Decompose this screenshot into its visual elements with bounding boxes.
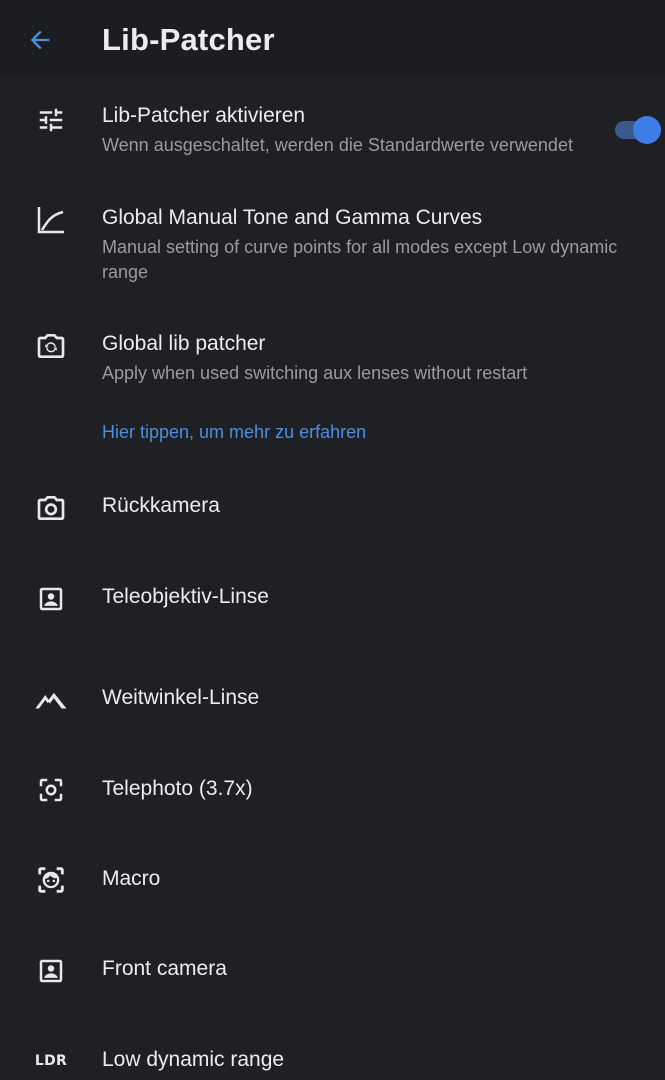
arrow-back-icon <box>30 30 50 50</box>
lens-item-wide-angle-lens[interactable]: Weitwinkel-Linse <box>0 668 665 728</box>
lens-item-telephoto-3-7x[interactable]: Telephoto (3.7x) <box>0 760 665 820</box>
camera-switch-icon <box>33 328 69 364</box>
lens-title: Teleobjektiv-Linse <box>102 585 269 608</box>
setting-summary: Wenn ausgeschaltet, werden die Standardw… <box>102 135 573 155</box>
ldr-icon-text: LDR <box>34 1053 68 1069</box>
camera-icon <box>33 490 69 526</box>
lib-patcher-toggle[interactable] <box>612 116 662 144</box>
lens-item-front-camera[interactable]: Front camera <box>0 940 665 1000</box>
toggle-thumb <box>633 116 661 144</box>
setting-title: Global lib patcher <box>102 332 266 355</box>
landscape-icon <box>33 682 69 718</box>
lens-item-telephoto-lens[interactable]: Teleobjektiv-Linse <box>0 568 665 628</box>
setting-tone-gamma-curves[interactable]: Global Manual Tone and Gamma Curves Manu… <box>0 190 665 290</box>
setting-summary: Apply when used switching aux lenses wit… <box>102 363 528 383</box>
setting-summary: Manual setting of curve points for all m… <box>102 237 618 282</box>
lens-title: Weitwinkel-Linse <box>102 686 260 709</box>
lens-title: Low dynamic range <box>102 1048 285 1071</box>
back-button[interactable] <box>20 20 60 60</box>
page-title: Lib-Patcher <box>102 22 275 57</box>
app-bar: Lib-Patcher <box>0 0 665 78</box>
setting-global-lib-patcher[interactable]: Global lib patcher Apply when used switc… <box>0 318 665 396</box>
curve-graph-icon <box>33 202 69 238</box>
learn-more-link[interactable]: Hier tippen, um mehr zu erfahren <box>102 422 366 443</box>
portrait-frame-icon <box>33 581 69 617</box>
face-frame-icon <box>33 862 69 898</box>
ldr-icon: LDR <box>33 1043 69 1079</box>
lens-title: Macro <box>102 867 161 890</box>
lens-item-rear-camera[interactable]: Rückkamera <box>0 478 665 538</box>
lens-item-macro[interactable]: Macro <box>0 850 665 910</box>
setting-lib-patcher-enable[interactable]: Lib-Patcher aktivieren Wenn ausgeschalte… <box>0 90 665 176</box>
setting-title: Global Manual Tone and Gamma Curves <box>102 206 483 229</box>
lens-item-low-dynamic-range[interactable]: LDR Low dynamic range <box>0 1030 665 1080</box>
tune-sliders-icon <box>33 102 69 138</box>
setting-title: Lib-Patcher aktivieren <box>102 104 306 127</box>
lens-title: Telephoto (3.7x) <box>102 777 253 800</box>
portrait-frame-icon <box>33 953 69 989</box>
lens-title: Front camera <box>102 957 227 980</box>
focus-frame-icon <box>33 772 69 808</box>
lens-title: Rückkamera <box>102 494 220 517</box>
